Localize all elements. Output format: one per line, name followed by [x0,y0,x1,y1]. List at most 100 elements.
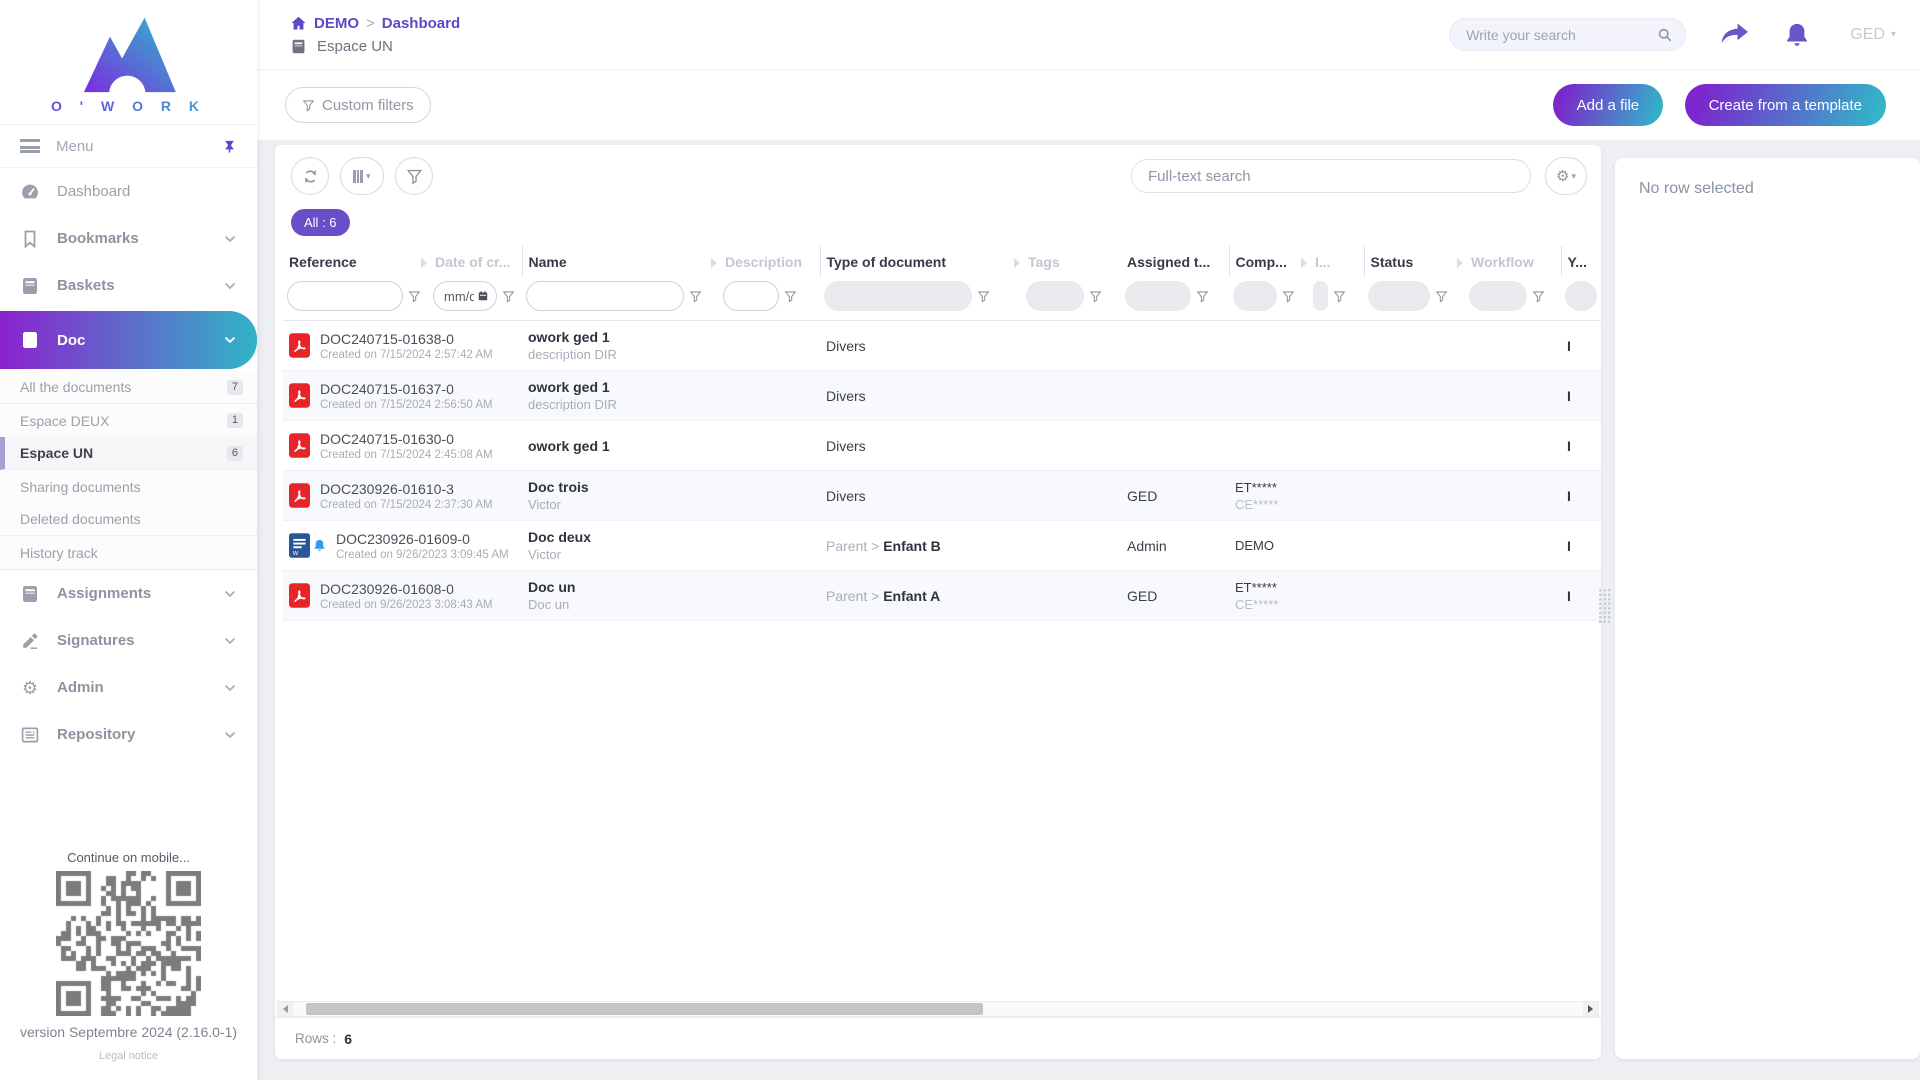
doc-submenu: All the documents 7 Espace DEUX 1 Espace… [0,371,257,570]
funnel-icon[interactable] [784,290,797,303]
filter-y-input [1565,281,1597,311]
sidebar-item-espace-un[interactable]: Espace UN 6 [0,437,257,470]
document-name: owork ged 1 [528,438,713,454]
chevron-down-icon [223,634,237,648]
funnel-icon [302,99,315,112]
add-file-button[interactable]: Add a file [1553,84,1664,126]
type-of-document: Divers [826,438,866,454]
col-assigned-to[interactable]: Assigned t... [1121,246,1229,276]
scroll-right-button[interactable] [1583,1002,1598,1016]
clipped-cell-text: I [1567,438,1571,454]
app-window: O ' W O R K Menu Dashboard Bookmarks Bas… [0,0,1920,1080]
legal-notice-link[interactable]: Legal notice [0,1050,257,1074]
table-filter-row [283,276,1601,321]
sort-icon [1457,258,1463,268]
col-reference[interactable]: Reference [283,246,429,276]
col-description[interactable]: Description [719,246,820,276]
search-icon[interactable] [1657,27,1673,43]
sidebar-item-sharing-documents[interactable]: Sharing documents [0,470,257,503]
app-logo: O ' W O R K [0,0,257,124]
table-row[interactable]: DOC240715-01638-0Created on 7/15/2024 2:… [283,321,1601,371]
sidebar: O ' W O R K Menu Dashboard Bookmarks Bas… [0,0,257,1080]
sidebar-item-signatures[interactable]: Signatures [0,617,257,664]
table-row[interactable]: DOC240715-01637-0Created on 7/15/2024 2:… [283,371,1601,421]
funnel-icon[interactable] [1196,290,1209,303]
document-subtitle: Doc un [528,597,713,612]
filter-description-input[interactable] [723,281,779,311]
chevron-down-icon [223,728,237,742]
col-workflow[interactable]: Workflow [1465,246,1561,276]
columns-button[interactable]: ▾ [340,157,384,195]
scrollbar-thumb[interactable] [306,1003,983,1015]
funnel-icon[interactable] [1282,290,1295,303]
horizontal-scrollbar[interactable] [277,1001,1599,1017]
breadcrumb-root[interactable]: DEMO [314,15,359,32]
assigned-to: GED [1121,471,1229,521]
funnel-icon[interactable] [689,290,702,303]
sidebar-item-bookmarks[interactable]: Bookmarks [0,215,257,262]
filter-name-input[interactable] [526,281,684,311]
create-template-button[interactable]: Create from a template [1685,84,1886,126]
sidebar-item-all-documents[interactable]: All the documents 7 [0,371,257,404]
col-y[interactable]: Y... [1561,246,1601,276]
col-type[interactable]: Type of document [820,246,1022,276]
global-search-input[interactable] [1466,27,1657,43]
funnel-icon[interactable] [1333,290,1346,303]
filter-button[interactable] [395,157,433,195]
share-icon[interactable] [1720,22,1750,48]
table-row[interactable]: DOC230926-01609-0Created on 9/26/2023 3:… [283,521,1601,571]
sidebar-item-admin[interactable]: ⚙ Admin [0,664,257,711]
home-icon[interactable] [290,15,307,32]
sidebar-item-baskets[interactable]: Baskets [0,262,257,309]
refresh-button[interactable] [291,157,329,195]
qr-code [56,871,201,1016]
sidebar-item-history-track[interactable]: History track [0,536,257,569]
table-settings-button[interactable]: ⚙▾ [1545,157,1587,195]
filter-i-input [1313,281,1328,311]
panel-resize-handle[interactable] [1598,588,1611,624]
filter-date-input[interactable] [433,281,497,311]
sidebar-item-espace-deux[interactable]: Espace DEUX 1 [0,404,257,437]
menu-toggle[interactable]: Menu [0,124,257,168]
created-date: Created on 7/15/2024 2:45:08 AM [320,449,493,461]
col-tags[interactable]: Tags [1022,246,1121,276]
col-i[interactable]: I... [1309,246,1364,276]
funnel-icon[interactable] [977,290,990,303]
custom-filters-button[interactable]: Custom filters [285,87,431,123]
clipped-cell-text: I [1567,388,1571,404]
sidebar-item-repository[interactable]: Repository [0,711,257,758]
scrollbar-track[interactable] [293,1002,1583,1016]
funnel-icon[interactable] [1532,290,1545,303]
type-of-document: Enfant A [883,588,940,604]
pdf-file-icon [289,583,310,608]
sidebar-item-doc[interactable]: Doc [0,311,257,369]
col-status[interactable]: Status [1364,246,1465,276]
sidebar-item-dashboard[interactable]: Dashboard [0,168,257,215]
filter-reference-input[interactable] [287,281,403,311]
funnel-icon[interactable] [502,290,515,303]
pin-icon[interactable] [222,139,237,154]
sidebar-item-assignments[interactable]: Assignments [0,570,257,617]
bell-icon[interactable] [1784,22,1810,48]
col-name[interactable]: Name [522,246,719,276]
funnel-icon[interactable] [1435,290,1448,303]
signature-icon [20,631,40,651]
funnel-icon[interactable] [1089,290,1102,303]
chevron-down-icon [223,587,237,601]
table-row[interactable]: DOC230926-01608-0Created on 9/26/2023 3:… [283,571,1601,621]
user-menu[interactable]: GED ▾ [1850,26,1896,44]
document-name: owork ged 1 [528,329,713,345]
funnel-icon[interactable] [408,290,421,303]
all-count-badge[interactable]: All : 6 [291,209,350,236]
breadcrumb-current[interactable]: Dashboard [382,15,460,32]
col-date-of-creation[interactable]: Date of cr... [429,246,522,276]
page-subtitle: Espace UN [290,38,460,55]
table-row[interactable]: DOC240715-01630-0Created on 7/15/2024 2:… [283,421,1601,471]
chevron-down-icon [223,279,237,293]
scroll-left-button[interactable] [278,1002,293,1016]
type-of-document: Divers [826,488,866,504]
col-comp[interactable]: Comp... [1229,246,1309,276]
table-row[interactable]: DOC230926-01610-3Created on 7/15/2024 2:… [283,471,1601,521]
fulltext-search-input[interactable] [1148,168,1514,185]
sidebar-item-deleted-documents[interactable]: Deleted documents [0,503,257,536]
